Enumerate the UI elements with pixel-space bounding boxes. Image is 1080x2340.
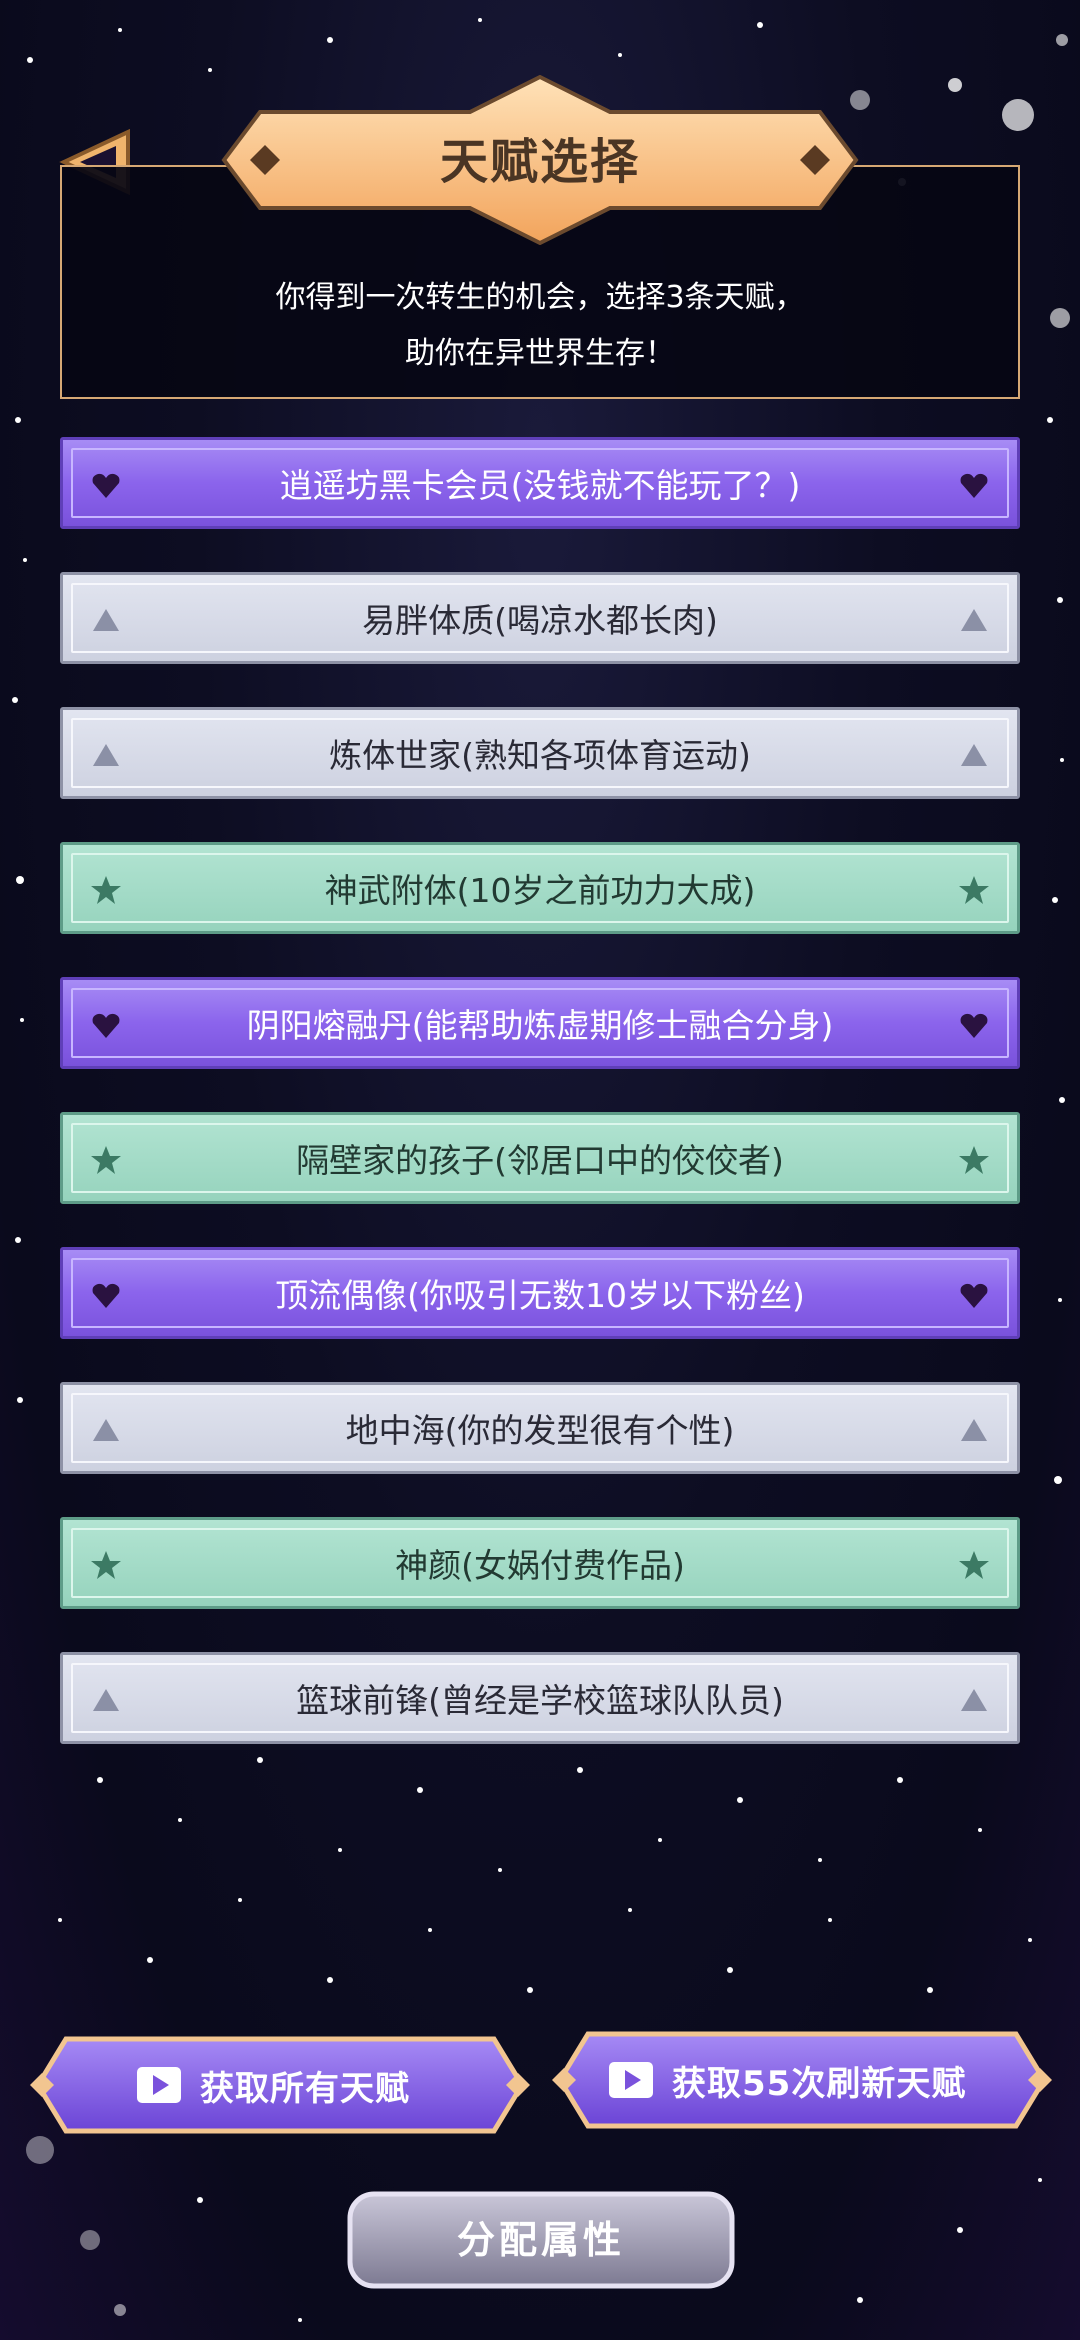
refresh-talents-label: 获取55次刷新天赋 <box>672 2063 967 2104</box>
intro-line-2: 助你在异世界生存！ <box>405 336 675 371</box>
talent-label: 易胖体质(喝凉水都长肉) <box>362 601 718 640</box>
talent-option-gray[interactable]: 易胖体质(喝凉水都长肉) <box>60 572 1020 664</box>
talent-label: 地中海(你的发型很有个性) <box>345 1411 735 1450</box>
talent-option-purple[interactable]: 顶流偶像(你吸引无数10岁以下粉丝) <box>60 1247 1020 1339</box>
talent-label: 神武附体(10岁之前功力大成) <box>324 871 756 910</box>
talent-label: 顶流偶像(你吸引无数10岁以下粉丝) <box>275 1276 805 1315</box>
talent-option-green[interactable]: 神颜(女娲付费作品) <box>60 1517 1020 1609</box>
intro-line-1: 你得到一次转生的机会，选择3条天赋， <box>275 280 805 315</box>
talent-label: 隔壁家的孩子(邻居口中的佼佼者) <box>296 1141 784 1180</box>
refresh-talents-button[interactable]: 获取55次刷新天赋 <box>552 2030 1052 2130</box>
talent-option-gray[interactable]: 炼体世家(熟知各项体育运动) <box>60 707 1020 799</box>
talent-label: 神颜(女娲付费作品) <box>395 1546 685 1585</box>
talent-option-purple[interactable]: 阴阳熔融丹(能帮助炼虚期修士融合分身) <box>60 977 1020 1069</box>
talent-option-gray[interactable]: 地中海(你的发型很有个性) <box>60 1382 1020 1474</box>
get-all-talents-button[interactable]: 获取所有天赋 <box>30 2035 530 2135</box>
intro-text: 你得到一次转生的机会，选择3条天赋， 助你在异世界生存！ <box>60 270 1020 382</box>
talent-option-purple[interactable]: 逍遥坊黑卡会员(没钱就不能玩了？) <box>60 437 1020 529</box>
talent-option-green[interactable]: 神武附体(10岁之前功力大成) <box>60 842 1020 934</box>
assign-attributes-label: 分配属性 <box>456 2218 625 2262</box>
assign-attributes-button[interactable]: 分配属性 <box>346 2190 736 2290</box>
talent-label: 篮球前锋(曾经是学校篮球队队员) <box>296 1681 784 1720</box>
talent-label: 阴阳熔融丹(能帮助炼虚期修士融合分身) <box>246 1006 834 1045</box>
video-play-icon <box>609 2062 653 2098</box>
get-all-talents-label: 获取所有天赋 <box>200 2068 410 2109</box>
talent-label: 炼体世家(熟知各项体育运动) <box>329 736 751 775</box>
talent-option-gray[interactable]: 篮球前锋(曾经是学校篮球队队员) <box>60 1652 1020 1744</box>
page-title: 天赋选择 <box>439 134 640 190</box>
video-play-icon <box>137 2067 181 2103</box>
talent-option-green[interactable]: 隔壁家的孩子(邻居口中的佼佼者) <box>60 1112 1020 1204</box>
talent-label: 逍遥坊黑卡会员(没钱就不能玩了？) <box>279 466 801 505</box>
